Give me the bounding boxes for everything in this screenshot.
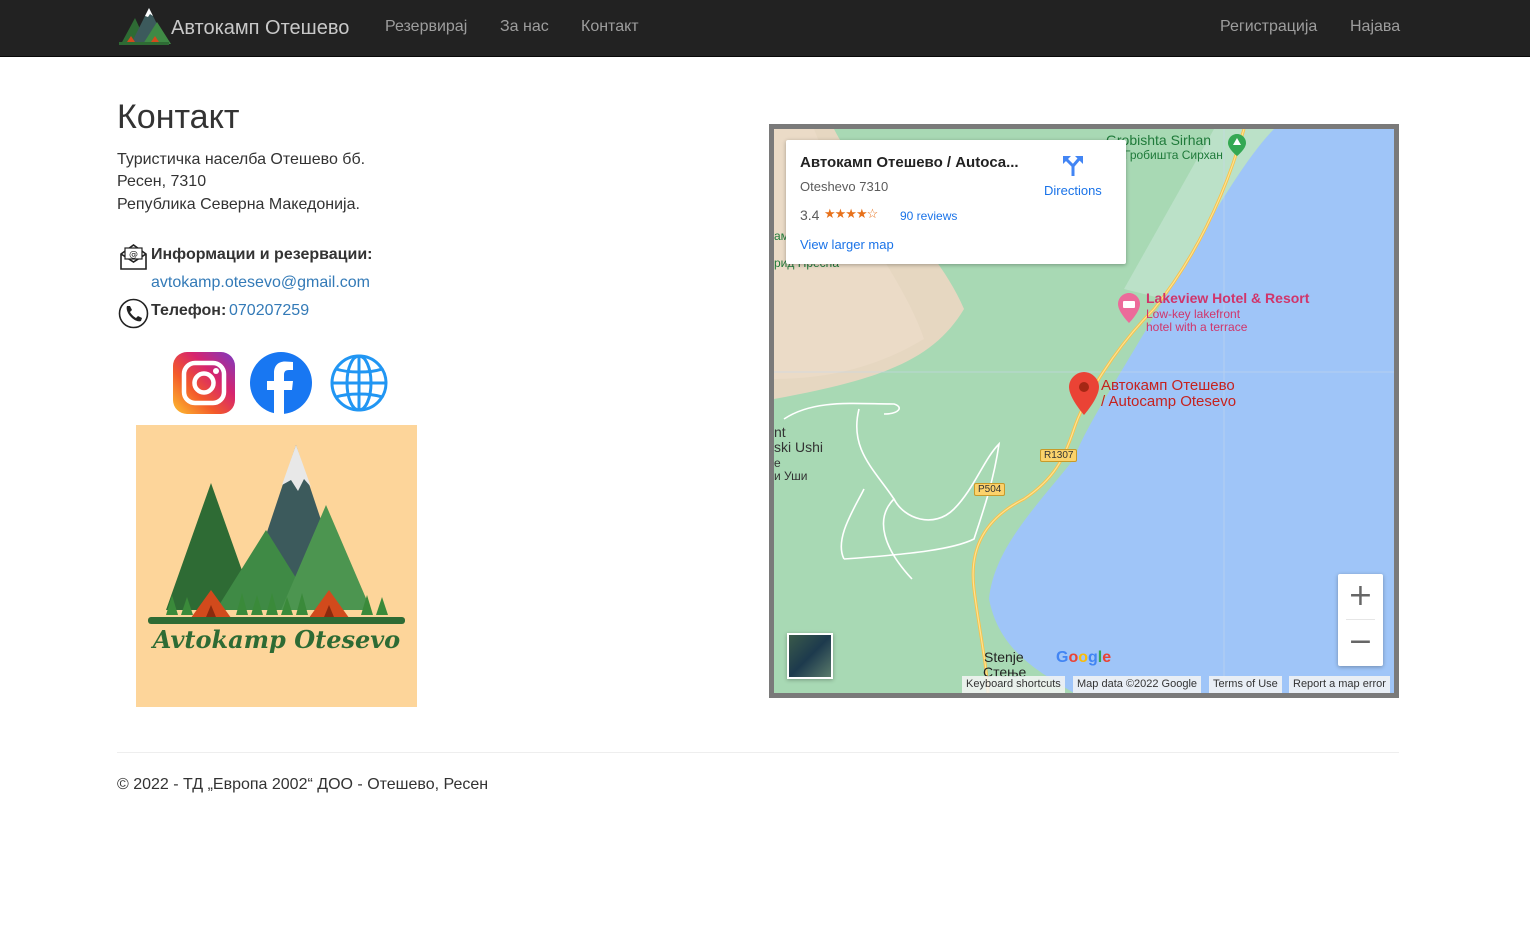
directions-link[interactable]: Directions [1044, 183, 1102, 198]
camp-logo: Avtokamp Otesevo [136, 425, 417, 707]
address-line-1: Туристичка населба Отешево бб. [117, 151, 366, 168]
map-label-ushi-1: nt [774, 424, 786, 440]
place-address: Oteshevo 7310 [800, 179, 889, 194]
nav-link-login[interactable]: Најава [1350, 18, 1400, 36]
map-label-lakeview: Lakeview Hotel & Resort [1146, 290, 1310, 306]
report-map-error-link[interactable]: Report a map error [1289, 676, 1390, 693]
nav-link-reserve[interactable]: Резервирај [385, 18, 467, 36]
footer-divider [117, 752, 1399, 753]
google-logo: Google [1056, 649, 1112, 666]
svg-text:@: @ [129, 250, 138, 260]
brand-logo-icon [119, 8, 171, 45]
zoom-in-button[interactable]: + [1338, 574, 1383, 620]
navbar: Автокамп Отешево Резервирај За нас Конта… [0, 0, 1530, 57]
logo-text: Avtokamp Otesevo [152, 625, 401, 654]
map-label-lakeview-desc1: Low-key lakefront [1146, 307, 1241, 321]
map-info-card: Автокамп Отешево / Autoca... Oteshevo 73… [786, 140, 1126, 264]
instagram-icon[interactable] [173, 352, 235, 414]
nav-link-register[interactable]: Регистрација [1220, 18, 1317, 36]
globe-icon[interactable] [328, 352, 390, 414]
map-label-grobishta-cyr: Гробишта Сирхан [1124, 148, 1223, 162]
brand-title[interactable]: Автокамп Отешево [171, 17, 349, 40]
facebook-icon[interactable] [250, 352, 312, 414]
reviews-link[interactable]: 90 reviews [900, 209, 957, 223]
map-label-stenje: Stenje [984, 649, 1024, 665]
phone-label: Телефон: [151, 302, 227, 319]
info-label: Информации и резервации: [151, 246, 373, 263]
address-line-3: Република Северна Македонија. [117, 196, 360, 213]
location-pin-icon[interactable] [1069, 372, 1099, 415]
nav-link-about[interactable]: За нас [500, 18, 549, 36]
email-link[interactable]: avtokamp.otesevo@gmail.com [151, 274, 370, 292]
map-label-ushi-3: е [774, 456, 781, 470]
map-label-ushi-2: ski Ushi [774, 439, 824, 455]
terms-of-use-link[interactable]: Terms of Use [1209, 676, 1282, 693]
place-title: Автокамп Отешево / Autoca... [800, 154, 1019, 171]
road-badge-r1307: R1307 [1040, 449, 1078, 462]
hotel-pin-icon [1118, 293, 1140, 323]
place-rating: 3.4 [800, 207, 820, 223]
view-larger-map-link[interactable]: View larger map [800, 237, 894, 252]
phone-icon [118, 298, 149, 329]
page-title: Контакт [117, 98, 240, 136]
google-map[interactable]: Grobishta Sirhan Гробишта Сирхан ам рид … [769, 124, 1399, 698]
road-badge-p504: P504 [974, 483, 1006, 496]
phone-link[interactable]: 070207259 [229, 302, 309, 320]
park-pin-icon [1228, 134, 1246, 156]
nav-link-contact[interactable]: Контакт [581, 18, 639, 36]
email-envelope-icon: @ [120, 244, 147, 270]
rating-stars-icon: ★★★★☆ [824, 206, 878, 221]
map-label-camp-1: Автокамп Отешево [1101, 377, 1235, 394]
zoom-out-button[interactable]: − [1338, 620, 1383, 666]
address-line-2: Ресен, 7310 [117, 173, 207, 190]
zoom-controls: + − [1338, 574, 1383, 666]
brand-link[interactable]: Автокамп Отешево [117, 4, 349, 52]
map-label-lakeview-desc2: hotel with a terrace [1146, 320, 1248, 334]
satellite-toggle[interactable] [787, 633, 833, 679]
directions-icon[interactable] [1062, 154, 1084, 176]
map-label-camp-2: / Autocamp Otesevo [1101, 393, 1237, 410]
map-label-ushi-4: и Уши [774, 469, 808, 483]
mountains-tents-illustration [148, 445, 405, 624]
keyboard-shortcuts-link[interactable]: Keyboard shortcuts [962, 676, 1065, 693]
copyright: © 2022 - ТД „Европа 2002“ ДОО - Отешево,… [117, 776, 489, 793]
map-data-attribution: Map data ©2022 Google [1073, 676, 1202, 693]
